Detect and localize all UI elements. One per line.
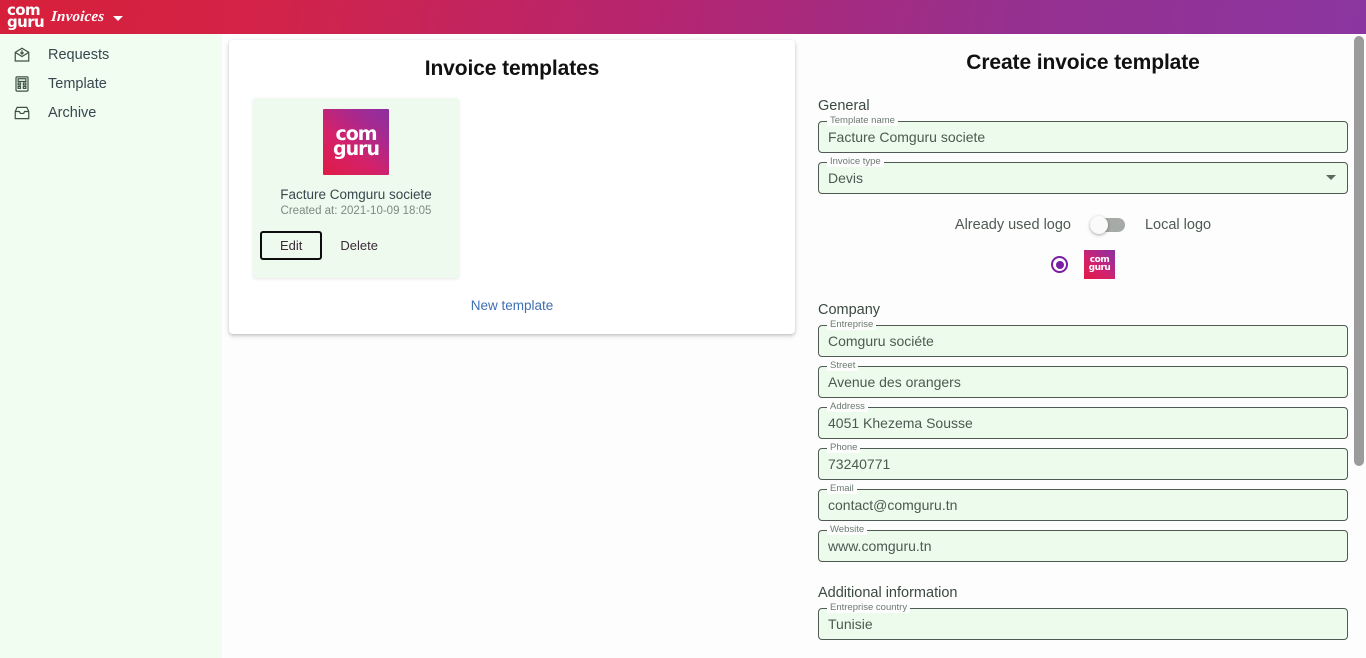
comguru-logo: com guru xyxy=(7,3,45,31)
template-calculator-icon xyxy=(12,74,32,94)
email-field[interactable]: Email contact@comguru.tn xyxy=(818,483,1348,521)
sidebar-item-label: Archive xyxy=(48,104,97,121)
template-actions: Edit Delete xyxy=(253,231,459,260)
entreprise-label: Entreprise xyxy=(827,319,877,330)
logo-option-thumbnail[interactable]: com guru xyxy=(1084,250,1115,279)
local-logo-label: Local logo xyxy=(1144,217,1212,233)
section-additional-heading: Additional information xyxy=(818,585,958,601)
entreprise-input[interactable]: Comguru sociéte xyxy=(828,325,1320,357)
website-label: Website xyxy=(827,524,868,535)
logo-source-toggle-row: Already used logo Local logo xyxy=(800,216,1366,234)
sidebar-item-label: Template xyxy=(48,75,107,92)
template-name-input[interactable]: Facture Comguru societe xyxy=(828,121,1320,153)
delete-button[interactable]: Delete xyxy=(332,233,386,258)
phone-label: Phone xyxy=(827,442,861,453)
template-logo-thumbnail: com guru xyxy=(323,109,389,175)
page-scrollbar-thumb[interactable] xyxy=(1354,36,1364,466)
logo-source-toggle[interactable] xyxy=(1089,216,1125,234)
invoice-type-field[interactable]: Invoice type Devis xyxy=(818,156,1348,194)
phone-field[interactable]: Phone 73240771 xyxy=(818,442,1348,480)
brand-menu[interactable]: com guru Invoices xyxy=(7,3,124,31)
archive-box-icon xyxy=(12,103,32,123)
website-input[interactable]: www.comguru.tn xyxy=(828,530,1320,562)
create-invoice-template-form: Create invoice template General Template… xyxy=(800,34,1366,658)
sidebar-item-label: Requests xyxy=(48,46,110,63)
template-created-at: Created at: 2021-10-09 18:05 xyxy=(280,205,432,217)
address-label: Address xyxy=(827,401,868,412)
requests-envelope-icon xyxy=(12,45,32,65)
main-content: Invoice templates com guru Facture Comgu… xyxy=(222,34,1366,658)
logo-radio-button[interactable] xyxy=(1051,256,1068,273)
sidebar-item-template[interactable]: Template xyxy=(0,69,222,98)
logo-line-2: guru xyxy=(7,13,45,31)
street-input[interactable]: Avenue des orangers xyxy=(828,366,1320,398)
already-used-logo-label: Already used logo xyxy=(954,217,1071,233)
sidebar-item-archive[interactable]: Archive xyxy=(0,98,222,127)
swatch-line-2: guru xyxy=(1088,262,1111,273)
template-name: Facture Comguru societe xyxy=(280,187,432,202)
toggle-knob xyxy=(1089,216,1108,234)
section-general-heading: General xyxy=(818,98,870,114)
template-card[interactable]: com guru Facture Comguru societe Created… xyxy=(253,98,459,278)
chevron-down-icon[interactable] xyxy=(1326,175,1336,180)
email-input[interactable]: contact@comguru.tn xyxy=(828,489,1320,521)
invoice-type-select[interactable]: Devis xyxy=(828,162,1320,194)
invoice-type-label: Invoice type xyxy=(827,156,884,167)
logo-choice-row: com guru xyxy=(800,250,1366,279)
page-scrollbar-track[interactable] xyxy=(1351,34,1366,658)
sidebar-item-requests[interactable]: Requests xyxy=(0,40,222,69)
email-label: Email xyxy=(827,483,857,494)
address-input[interactable]: 4051 Khezema Sousse xyxy=(828,407,1320,439)
entreprise-country-field[interactable]: Entreprise country Tunisie xyxy=(818,602,1348,640)
entreprise-field[interactable]: Entreprise Comguru sociéte xyxy=(818,319,1348,357)
section-company-heading: Company xyxy=(818,302,881,318)
page-title: Invoice templates xyxy=(424,57,600,80)
sidebar: Requests Template Archive xyxy=(0,34,222,658)
app-name-label: Invoices xyxy=(50,8,105,25)
invoice-templates-panel: Invoice templates com guru Facture Comgu… xyxy=(229,40,795,334)
street-label: Street xyxy=(827,360,859,371)
top-header-bar: com guru Invoices xyxy=(0,0,1366,34)
template-name-label: Template name xyxy=(827,115,898,126)
address-field[interactable]: Address 4051 Khezema Sousse xyxy=(818,401,1348,439)
website-field[interactable]: Website www.comguru.tn xyxy=(818,524,1348,562)
entreprise-country-label: Entreprise country xyxy=(827,602,911,613)
radio-selected-dot xyxy=(1055,260,1064,269)
form-title: Create invoice template xyxy=(966,51,1200,74)
new-template-link[interactable]: New template xyxy=(229,298,795,313)
thumb-line-2: guru xyxy=(332,138,380,160)
edit-button[interactable]: Edit xyxy=(260,231,323,260)
template-name-field[interactable]: Template name Facture Comguru societe xyxy=(818,115,1348,153)
chevron-down-icon[interactable] xyxy=(113,16,124,21)
phone-input[interactable]: 73240771 xyxy=(828,448,1320,480)
street-field[interactable]: Street Avenue des orangers xyxy=(818,360,1348,398)
